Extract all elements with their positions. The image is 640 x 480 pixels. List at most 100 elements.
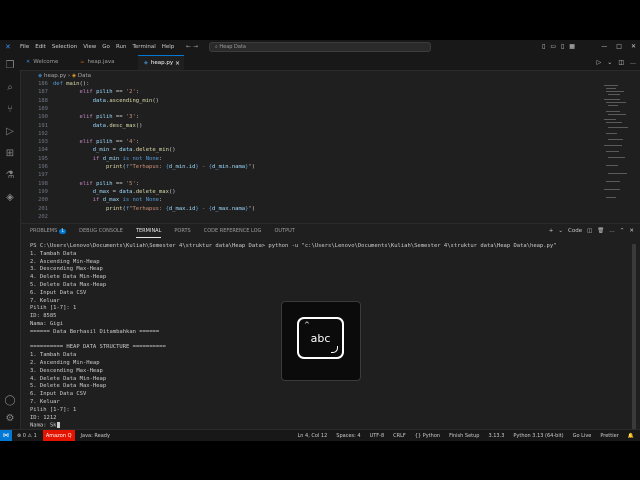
menu-terminal[interactable]: Terminal <box>132 44 155 51</box>
notifications-bell-icon[interactable]: 🔔 <box>628 430 634 441</box>
tab-debug-console[interactable]: DEBUG CONSOLE <box>79 228 123 238</box>
tab-code-reference-log[interactable]: CODE REFERENCE LOG <box>204 228 262 238</box>
terminal-line: 5. Delete Data Max-Heap <box>30 282 107 288</box>
window-controls: — □ ✕ <box>601 43 636 50</box>
source-control-icon[interactable]: ⑂ <box>4 104 16 116</box>
indentation[interactable]: Spaces: 4 <box>336 430 360 441</box>
python-version[interactable]: 3.13.3 <box>488 430 504 441</box>
maximize-icon[interactable]: □ <box>616 43 622 50</box>
back-arrow-icon[interactable]: ← <box>186 43 191 50</box>
search-icon[interactable]: ⌕ <box>4 82 16 94</box>
account-icon[interactable]: ◯ <box>4 395 16 407</box>
close-panel-icon[interactable]: ✕ <box>629 228 634 234</box>
menu-edit[interactable]: Edit <box>35 44 46 51</box>
remote-indicator-icon[interactable]: ⋈ <box>0 430 12 441</box>
toggle-panel-icon[interactable]: ▭ <box>550 43 556 50</box>
code-line: if d_max is not None: <box>92 197 163 204</box>
language-mode[interactable]: {} Python <box>415 430 440 441</box>
kill-terminal-icon[interactable]: 🗑 <box>597 228 604 234</box>
close-icon[interactable]: ✕ <box>631 43 636 50</box>
terminal-line: 4. Delete Data Min-Heap <box>30 274 107 281</box>
menu-help[interactable]: Help <box>162 44 175 51</box>
forward-arrow-icon[interactable]: → <box>193 43 198 50</box>
command-center-search[interactable]: ⌕ Heap Data <box>209 42 431 52</box>
line-number: 195 <box>38 155 48 162</box>
menu-run[interactable]: Run <box>116 44 127 51</box>
minimize-icon[interactable]: — <box>601 43 607 50</box>
tab-ports[interactable]: PORTS <box>174 228 190 238</box>
encoding[interactable]: UTF-8 <box>370 430 385 441</box>
status-left: ⊗ 0 ⚠ 1 Amazon Q Java: Ready <box>17 430 110 441</box>
minimap[interactable] <box>602 81 630 201</box>
vscode-icon: ✕ <box>26 59 31 65</box>
more-actions-icon[interactable]: … <box>609 228 615 234</box>
menu-go[interactable]: Go <box>102 44 110 51</box>
menu-view[interactable]: View <box>83 44 96 51</box>
testing-icon[interactable]: ⚗ <box>4 170 16 182</box>
menu-selection[interactable]: Selection <box>52 44 77 51</box>
breadcrumb-file[interactable]: heap.py <box>44 73 66 79</box>
line-number: 198 <box>38 180 48 187</box>
chevron-down-icon[interactable]: ⌄ <box>558 228 563 234</box>
cursor-position[interactable]: Ln 4, Col 12 <box>297 430 327 441</box>
tab-heap-java[interactable]: ☕ heap.java <box>74 55 136 70</box>
split-editor-icon[interactable]: ◫ <box>618 59 624 66</box>
tab-terminal[interactable]: TERMINAL <box>135 228 162 238</box>
terminal-line: 6. Input Data CSV <box>30 391 87 398</box>
explorer-icon[interactable]: ❐ <box>4 60 16 72</box>
python-icon: ◆ <box>144 60 148 66</box>
line-number: 186 <box>38 81 48 87</box>
line-number: 190 <box>38 114 48 121</box>
tab-label: Welcome <box>33 59 59 65</box>
toggle-sidebar-icon[interactable]: ▯ <box>542 43 545 50</box>
customize-layout-icon[interactable]: ▦ <box>569 43 575 50</box>
new-terminal-icon[interactable]: + <box>549 228 554 234</box>
terminal-input-line[interactable]: Nama: Sk <box>30 422 60 429</box>
close-tab-icon[interactable]: × <box>175 56 180 71</box>
status-bar: ⋈ ⊗ 0 ⚠ 1 Amazon Q Java: Ready Ln 4, Col… <box>0 429 640 441</box>
terminal-line: Nama: Gigi <box>30 321 64 327</box>
code-line: def main(): <box>53 81 90 87</box>
terminal-scrollbar[interactable] <box>632 244 636 429</box>
line-number: 201 <box>38 205 48 212</box>
code-line: d_min = data.delete_min() <box>92 147 176 154</box>
breadcrumb-symbol[interactable]: Data <box>78 73 91 79</box>
line-number: 196 <box>38 164 48 170</box>
code-editor[interactable]: 186 def main(): 187 elif pilih == '2': 1… <box>20 81 640 222</box>
amazon-q-icon[interactable]: ◈ <box>4 192 16 204</box>
problems-status[interactable]: ⊗ 0 ⚠ 1 <box>17 430 37 441</box>
line-ending[interactable]: CRLF <box>393 430 406 441</box>
terminal-line: 2. Ascending Min-Heap <box>30 258 100 265</box>
chevron-down-icon[interactable]: ⌄ <box>607 59 612 66</box>
line-number: 197 <box>38 172 48 179</box>
line-number: 191 <box>38 122 48 129</box>
terminal-line: ====== Data Berhasil Ditambahkan ====== <box>30 328 160 335</box>
settings-gear-icon[interactable]: ⚙ <box>4 413 16 425</box>
extensions-icon[interactable]: ⊞ <box>4 148 16 160</box>
editor-tabs: ✕ Welcome ☕ heap.java ◆ heap.py × ▷ ⌄ ◫ … <box>20 55 640 71</box>
panel-tabs: PROBLEMS 1 DEBUG CONSOLE TERMINAL PORTS C… <box>30 228 295 238</box>
maximize-panel-icon[interactable]: ⌃ <box>620 228 625 234</box>
menu-file[interactable]: File <box>20 44 29 51</box>
more-actions-icon[interactable]: … <box>630 59 636 66</box>
terminal-line: 4. Delete Data Min-Heap <box>30 375 107 382</box>
prettier[interactable]: Prettier <box>600 430 618 441</box>
tab-heap-py[interactable]: ◆ heap.py × <box>138 55 184 70</box>
toggle-secondary-sidebar-icon[interactable]: ▯ <box>561 43 564 50</box>
finish-setup[interactable]: Finish Setup <box>449 430 479 441</box>
arc-icon <box>331 346 338 353</box>
tab-problems[interactable]: PROBLEMS 1 <box>30 228 67 238</box>
tab-output[interactable]: OUTPUT <box>274 228 294 238</box>
python-interpreter[interactable]: Python 3.13 (64-bit) <box>513 430 563 441</box>
code-line: elif pilih == '4': <box>79 139 140 146</box>
tab-label: heap.java <box>87 59 115 65</box>
amazon-q-status[interactable]: Amazon Q <box>42 430 75 441</box>
run-debug-icon[interactable]: ▷ <box>4 126 16 138</box>
terminal-line: 5. Delete Data Max-Heap <box>30 383 107 390</box>
run-icon[interactable]: ▷ <box>597 59 602 66</box>
java-status[interactable]: Java: Ready <box>81 430 110 441</box>
terminal-shell-label[interactable]: Code <box>568 228 582 234</box>
split-terminal-icon[interactable]: ◫ <box>587 228 592 234</box>
tab-welcome[interactable]: ✕ Welcome <box>20 55 72 70</box>
go-live[interactable]: Go Live <box>573 430 592 441</box>
